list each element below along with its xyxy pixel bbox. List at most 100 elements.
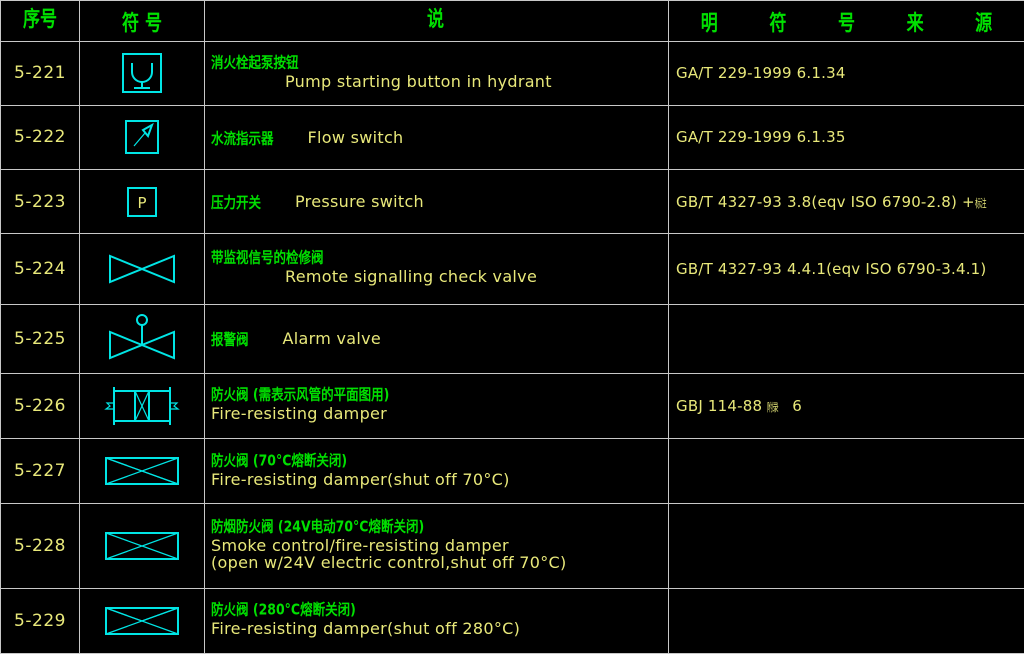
row-source-cell <box>668 503 1024 589</box>
desc-block: 防火阀 (280°C熔断关闭) Fire-resisting damper(sh… <box>205 598 668 643</box>
row-symbol-cell: P <box>79 169 205 235</box>
table-row: 5-229 防火阀 (280°C熔断关闭) Fire-resisting dam… <box>0 587 1024 654</box>
alarm-valve-icon <box>80 305 204 373</box>
desc-chinese: 防烟防火阀 (24V电动70°C熔断关闭) <box>211 517 425 535</box>
flow-switch-icon <box>80 106 204 169</box>
row-desc-cell: 带监视信号的检修阀 Remote signalling check valve <box>204 233 669 305</box>
table-row: 5-222 水流指示器 Flow switch GA/T 229-1999 6.… <box>0 104 1024 171</box>
row-source-cell: GB/T 4327-93 3.8(eqv ISO 6790-2.8) +标注 <box>668 169 1024 235</box>
desc-english-2: (open w/24V electric control,shut off 70… <box>211 553 567 573</box>
header-label-source-3: 号 <box>837 11 855 37</box>
row-number-cell: 5-221 <box>0 40 80 106</box>
header-source-wrap: 明 符 号 来 源 <box>669 8 1024 37</box>
desc-block: 带监视信号的检修阀 Remote signalling check valve <box>205 246 668 291</box>
symbol-legend-table: 序号 符 号 说 明 符 号 来 源 5-221 消火栓起泵按钮 Pump st… <box>0 0 1024 654</box>
desc-chinese: 报警阀 <box>211 330 249 348</box>
pressure-switch-icon: P <box>80 170 204 233</box>
row-source-cell: GBJ 114-88 附录 6 <box>668 372 1024 439</box>
row-source-cell <box>668 303 1024 374</box>
row-desc-cell: 防火阀 (需表示风管的平面图用) Fire-resisting damper <box>204 372 669 439</box>
row-symbol-cell <box>79 40 205 106</box>
pump-starting-button-in-hydrant-icon <box>80 42 204 105</box>
header-label-source-2: 符 <box>769 11 787 37</box>
source-text: GB/T 4327-93 4.4.1(eqv ISO 6790-3.4.1) <box>676 259 987 278</box>
desc-block: 水流指示器 Flow switch <box>205 124 668 152</box>
desc-block: 消火栓起泵按钮 Pump starting button in hydrant <box>205 51 668 96</box>
desc-chinese: 防火阀 (280°C熔断关闭) <box>211 600 356 619</box>
row-number-cell: 5-227 <box>0 437 80 505</box>
row-number: 5-229 <box>14 610 66 631</box>
desc-english: Fire-resisting damper(shut off 280°C) <box>211 619 521 639</box>
row-desc-cell: 防火阀 (280°C熔断关闭) Fire-resisting damper(sh… <box>204 587 669 654</box>
desc-block: 防烟防火阀 (24V电动70°C熔断关闭) Smoke control/fire… <box>205 515 668 578</box>
desc-chinese: 压力开关 <box>211 193 262 211</box>
header-cell-desc: 说 <box>204 0 669 42</box>
row-number: 5-222 <box>14 127 66 148</box>
row-number: 5-226 <box>14 395 66 416</box>
row-number-cell: 5-222 <box>0 104 80 171</box>
fire-resisting-damper-plan-icon <box>80 374 204 438</box>
header-label-source-4: 来 <box>906 11 924 37</box>
header-label-source-1: 明 <box>700 11 718 37</box>
row-number: 5-227 <box>14 461 66 482</box>
row-symbol-cell <box>79 104 205 171</box>
row-symbol-cell <box>79 437 205 505</box>
header-label-symbol-1: 符 号 <box>122 11 162 37</box>
source-cjk-suffix: 标注 <box>974 196 987 210</box>
row-number-cell: 5-229 <box>0 587 80 654</box>
row-desc-cell: 防烟防火阀 (24V电动70°C熔断关闭) Smoke control/fire… <box>204 503 669 589</box>
row-symbol-cell <box>79 587 205 654</box>
row-desc-cell: 压力开关 Pressure switch <box>204 169 669 235</box>
row-number: 5-225 <box>14 328 66 349</box>
row-symbol-cell <box>79 503 205 589</box>
header-label-desc: 说 <box>427 7 444 33</box>
table-header-row: 序号 符 号 说 明 符 号 来 源 <box>0 0 1024 42</box>
row-symbol-cell <box>79 233 205 305</box>
table-row: 5-228 防烟防火阀 (24V电动70°C熔断关闭) Smoke contro… <box>0 503 1024 589</box>
header-cell-symbol: 符 号 <box>79 0 205 42</box>
desc-english: Pressure switch <box>295 191 424 211</box>
source-tail: 6 <box>792 396 802 415</box>
row-source-cell <box>668 587 1024 654</box>
desc-english: Alarm valve <box>282 328 382 348</box>
table-row: 5-221 消火栓起泵按钮 Pump starting button in hy… <box>0 40 1024 106</box>
desc-chinese: 防火阀 (需表示风管的平面图用) <box>211 385 390 404</box>
header-cell-source: 明 符 号 来 源 <box>668 0 1024 42</box>
row-symbol-cell <box>79 372 205 439</box>
header-no-wrap: 序号 <box>1 7 79 33</box>
desc-block: 防火阀 (需表示风管的平面图用) Fire-resisting damper <box>205 383 668 428</box>
row-number: 5-224 <box>14 258 66 279</box>
row-number-cell: 5-228 <box>0 503 80 589</box>
source-text: GA/T 229-1999 6.1.35 <box>676 128 846 147</box>
row-number-cell: 5-224 <box>0 233 80 305</box>
desc-chinese: 消火栓起泵按钮 <box>211 53 299 72</box>
source-text: GB/T 4327-93 3.8(eqv ISO 6790-2.8) +标注 <box>669 193 1024 211</box>
row-source-cell: GB/T 4327-93 4.4.1(eqv ISO 6790-3.4.1) <box>668 233 1024 305</box>
fire-resisting-damper-280c-icon <box>80 589 204 653</box>
row-desc-cell: 水流指示器 Flow switch <box>204 104 669 171</box>
desc-english: Fire-resisting damper <box>211 404 388 424</box>
row-desc-cell: 防火阀 (70°C熔断关闭) Fire-resisting damper(shu… <box>204 437 669 505</box>
source-text: GBJ 114-88 附录 6 <box>669 397 1024 415</box>
row-symbol-cell <box>79 303 205 374</box>
header-label-source-5: 源 <box>975 11 993 37</box>
table-row: 5-224 带监视信号的检修阀 Remote signalling check … <box>0 233 1024 305</box>
header-desc-wrap: 说 <box>205 7 668 33</box>
table-row: 5-227 防火阀 (70°C熔断关闭) Fire-resisting damp… <box>0 437 1024 505</box>
header-cell-no: 序号 <box>0 0 80 42</box>
row-number: 5-223 <box>14 191 66 212</box>
desc-english: Flow switch <box>307 127 404 147</box>
source-cjk-suffix: 附录 <box>767 400 779 414</box>
desc-block: 防火阀 (70°C熔断关闭) Fire-resisting damper(shu… <box>205 449 668 494</box>
desc-block: 报警阀 Alarm valve <box>205 325 668 353</box>
svg-text:P: P <box>137 194 146 212</box>
header-label-no: 序号 <box>23 7 57 33</box>
desc-chinese: 水流指示器 <box>211 129 274 147</box>
desc-chinese: 带监视信号的检修阀 <box>211 248 324 267</box>
remote-signalling-check-valve-icon <box>80 234 204 303</box>
row-number-cell: 5-226 <box>0 372 80 439</box>
row-number: 5-221 <box>14 63 66 84</box>
desc-english: Fire-resisting damper(shut off 70°C) <box>211 469 510 489</box>
row-number-cell: 5-225 <box>0 303 80 374</box>
table-row: 5-225 报警阀 Alarm valve <box>0 303 1024 374</box>
